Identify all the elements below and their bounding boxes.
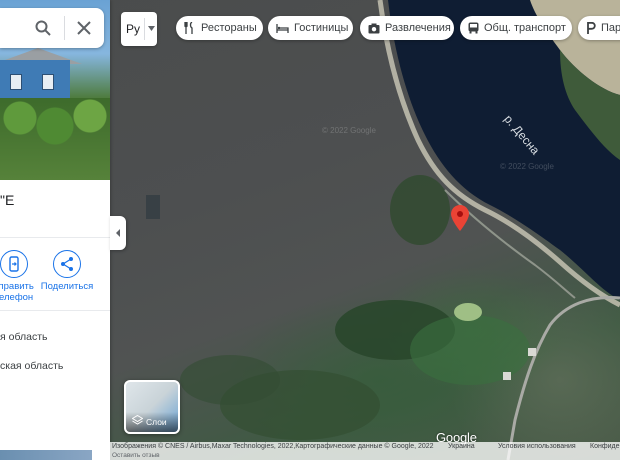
chip-label: Гостиницы <box>294 22 349 34</box>
chip-entertainment[interactable]: Развлечения <box>360 16 454 40</box>
restaurant-icon <box>184 22 193 34</box>
layers-button[interactable]: Слои <box>124 380 180 434</box>
chip-parking[interactable]: Парк <box>578 16 620 40</box>
house-window <box>10 74 22 90</box>
feedback-bar: Оставить отзыв <box>110 452 620 460</box>
layers-icon <box>132 415 143 425</box>
share-label: Поделиться <box>40 281 94 292</box>
photo-thumbnail[interactable] <box>0 450 92 460</box>
close-icon[interactable] <box>75 19 93 37</box>
region-line: я область <box>0 331 48 343</box>
chip-label: Парк <box>601 22 620 34</box>
privacy-link[interactable]: Конфиде <box>590 442 619 452</box>
attribution-bar: Изображения © CNES / Airbus,Maxar Techno… <box>110 442 620 452</box>
dropdown-arrow-icon <box>148 26 155 31</box>
tree-patch <box>180 355 280 405</box>
chip-restaurants[interactable]: Рестораны <box>176 16 263 40</box>
phone-send-icon <box>0 250 28 278</box>
collapse-panel-button[interactable] <box>110 216 126 250</box>
map-watermark: © 2022 Google <box>322 126 376 135</box>
meadow-patch <box>410 315 530 385</box>
terms-link[interactable]: Условия использования <box>498 442 576 452</box>
small-structure <box>146 195 160 219</box>
building <box>503 372 511 380</box>
map-watermark: © 2022 Google <box>500 162 554 171</box>
country-link[interactable]: Украина <box>448 442 475 452</box>
bus-icon <box>468 22 479 34</box>
share-icon <box>53 250 81 278</box>
feedback-link[interactable]: Оставить отзыв <box>112 452 160 460</box>
chip-label: Рестораны <box>201 22 257 34</box>
place-title: "E <box>0 192 15 208</box>
layers-label: Слои <box>146 417 167 427</box>
chip-hotels[interactable]: Гостиницы <box>268 16 353 40</box>
search-icon[interactable] <box>34 19 52 37</box>
place-panel: "E тправить телефон Поделиться <box>0 0 110 460</box>
chip-transit[interactable]: Общ. транспорт <box>460 16 572 40</box>
language-value: Ру <box>126 22 141 36</box>
search-divider <box>64 16 65 40</box>
share-button[interactable]: Поделиться <box>37 250 97 292</box>
divider <box>0 310 110 311</box>
region-line: ская область <box>0 360 64 372</box>
chip-label: Развлечения <box>385 22 451 34</box>
location-pin-icon[interactable] <box>451 205 469 236</box>
house-window <box>42 74 54 90</box>
parking-icon <box>587 22 596 34</box>
divider <box>0 237 110 238</box>
hotel-icon <box>276 23 289 33</box>
chip-label: Общ. транспорт <box>484 22 566 34</box>
road <box>506 295 620 460</box>
camera-icon <box>368 23 380 33</box>
search-box[interactable] <box>0 8 104 48</box>
attribution-text: Изображения © CNES / Airbus,Maxar Techno… <box>112 443 434 450</box>
pond <box>454 303 482 321</box>
garden-bushes <box>0 98 110 180</box>
chevron-left-icon <box>116 229 120 237</box>
tree-patch <box>390 175 450 245</box>
language-divider <box>144 18 145 40</box>
building <box>528 348 536 356</box>
language-select[interactable]: Ру <box>121 12 157 46</box>
maps-window: © 2022 Google © 2022 Google р. Десна "E <box>0 0 620 460</box>
